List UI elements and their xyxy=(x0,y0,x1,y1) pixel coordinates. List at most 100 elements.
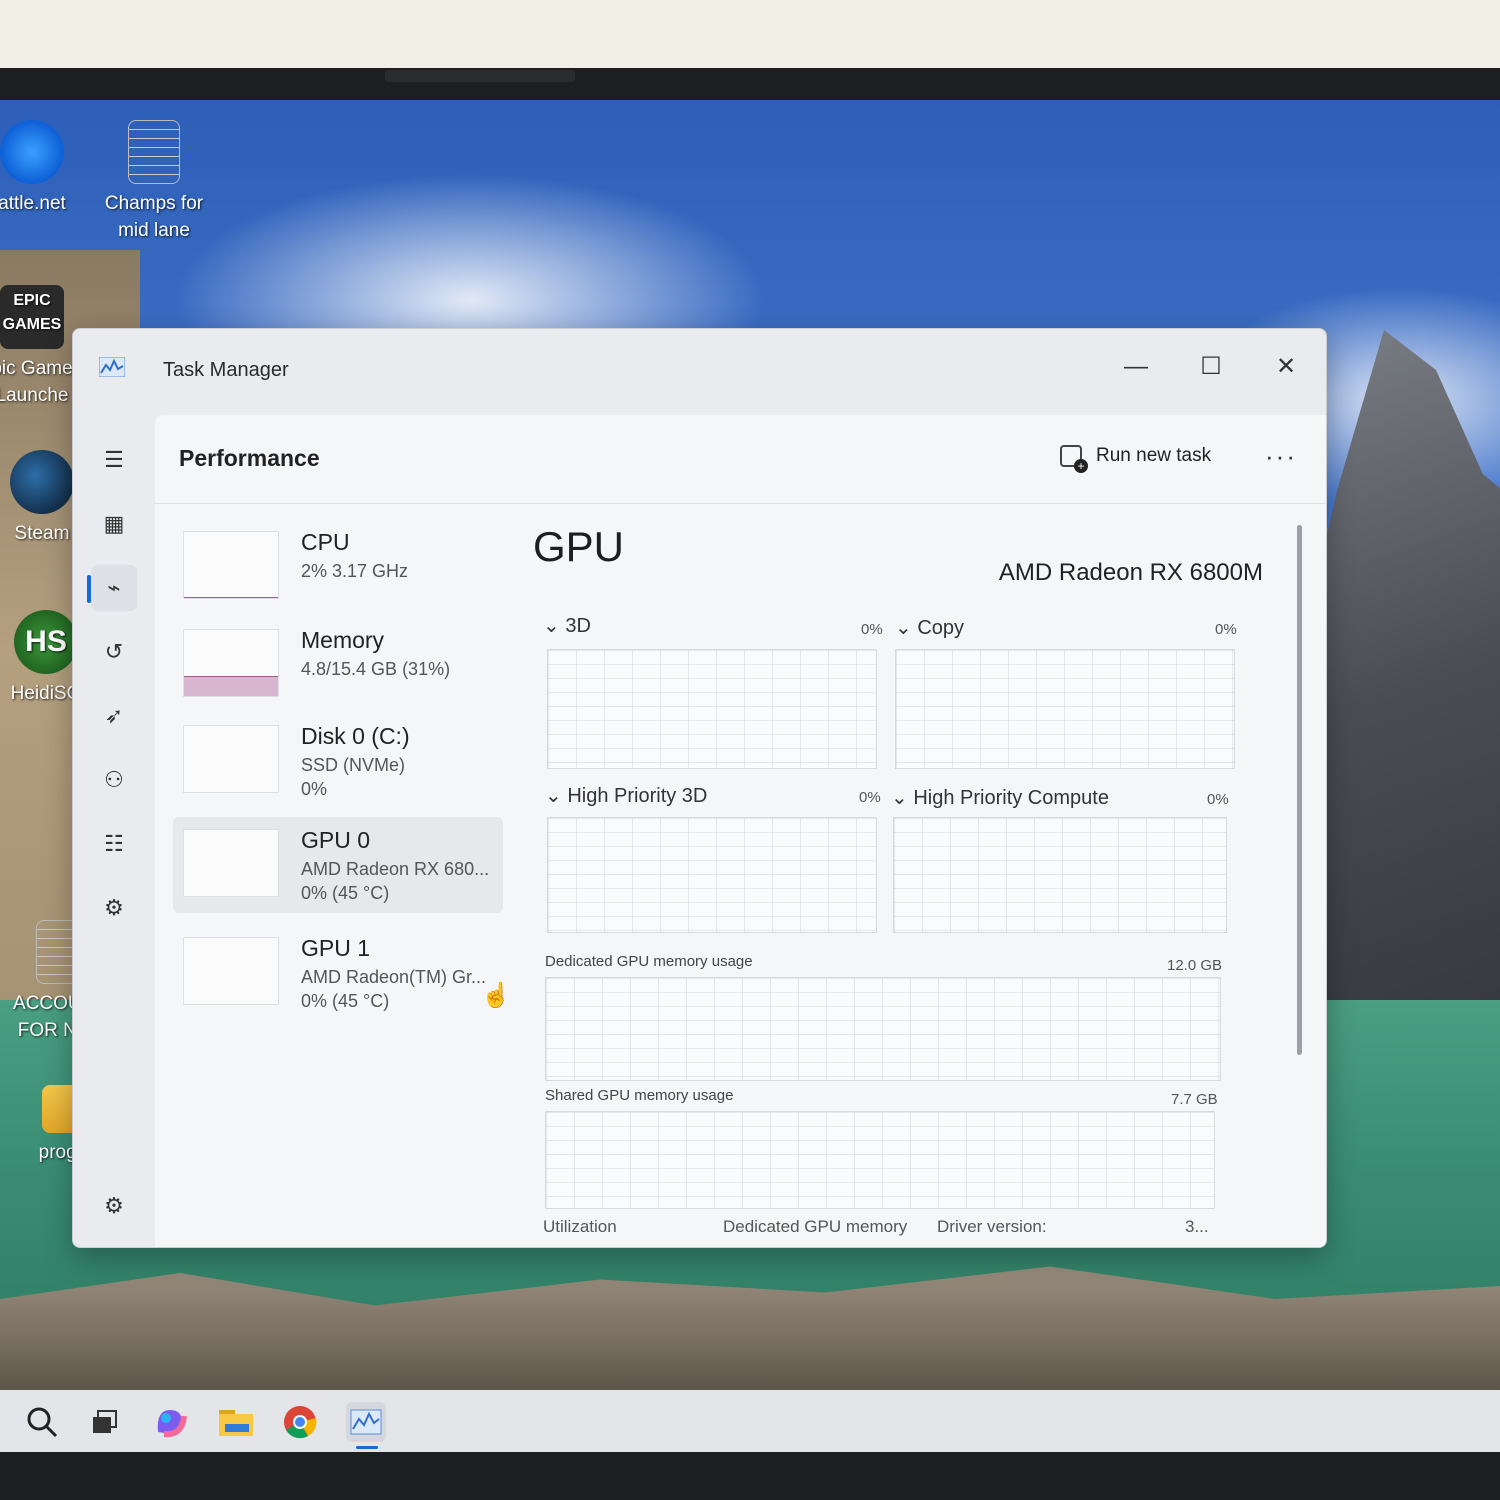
dedicated-gpu-memory-label: Dedicated GPU memory xyxy=(723,1217,908,1236)
desktop-icon-partial[interactable]: e xyxy=(0,1134,14,1161)
search-icon[interactable] xyxy=(22,1402,62,1442)
dedicated-memory-graph xyxy=(545,977,1221,1081)
header-divider xyxy=(155,503,1326,504)
device-detail: 2% 3.17 GHz xyxy=(301,561,409,581)
device-item-gpu1[interactable]: GPU 1 AMD Radeon(TM) Gr... 0% (45 °C) xyxy=(173,925,503,1021)
services-icon[interactable]: ⚙ xyxy=(91,885,137,931)
utilization-label: Utilization xyxy=(543,1217,617,1236)
driver-version-label: Driver version: xyxy=(937,1217,1047,1236)
device-detail: SSD (NVMe) xyxy=(301,755,406,775)
desktop-icon-label: attle.net xyxy=(0,193,66,214)
taskbar-active-indicator xyxy=(356,1446,378,1449)
document-icon xyxy=(128,120,180,184)
gpu-model-name: AMD Radeon RX 6800M xyxy=(998,559,1263,586)
device-item-cpu[interactable]: CPU 2% 3.17 GHz xyxy=(173,519,503,615)
title-bar[interactable]: Task Manager — ☐ ✕ xyxy=(73,329,1326,415)
close-button[interactable]: ✕ xyxy=(1263,347,1309,387)
desktop-icon-battlenet[interactable]: attle.net xyxy=(0,120,92,217)
device-name: Disk 0 (C:) xyxy=(301,723,410,749)
hand-cursor-icon: ☝ xyxy=(481,982,511,1009)
engine-label: 3D xyxy=(565,615,591,637)
chevron-down-icon: ⌄ xyxy=(543,615,566,637)
page-title: Performance xyxy=(179,445,320,471)
device-detail: AMD Radeon RX 680... xyxy=(301,859,490,879)
device-item-memory[interactable]: Memory 4.8/15.4 GB (31%) xyxy=(173,617,503,713)
engine-percent: 0% xyxy=(861,621,883,638)
engine-selector-high-priority-3d[interactable]: ⌄ High Priority 3D xyxy=(545,783,707,808)
navigation-rail: ☰ ▦ ⌁ ↺ ➶ ⚇ ☷ ⚙ ⚙ xyxy=(73,415,155,1247)
device-detail: AMD Radeon(TM) Gr... xyxy=(301,967,487,987)
cpu-usage-fill xyxy=(184,596,278,598)
run-task-icon xyxy=(1060,445,1088,473)
dedicated-memory-max: 12.0 GB xyxy=(1167,957,1223,974)
window-title: Task Manager xyxy=(163,359,289,381)
gpu-heading: GPU xyxy=(533,523,625,570)
panel-scrollbar[interactable] xyxy=(1297,525,1302,1055)
device-item-disk[interactable]: Disk 0 (C:) SSD (NVMe) 0% xyxy=(173,713,503,809)
device-name: GPU 0 xyxy=(301,827,371,853)
engine-selector-3d[interactable]: ⌄ 3D xyxy=(543,613,591,638)
battlenet-icon xyxy=(0,120,64,184)
copilot-icon[interactable] xyxy=(150,1402,190,1442)
webcam-notch xyxy=(385,70,575,82)
heidisql-icon: HS xyxy=(14,610,78,674)
device-name: CPU xyxy=(301,529,350,555)
steam-icon xyxy=(10,450,74,514)
task-view-icon[interactable] xyxy=(84,1402,124,1442)
engine-selector-high-priority-compute[interactable]: ⌄ High Priority Compute xyxy=(891,785,1109,810)
engine-label: High Priority 3D xyxy=(567,785,708,807)
disk-thumbnail-graph xyxy=(183,725,279,793)
desktop-icon-label: pic Game Launche xyxy=(0,358,73,406)
shared-memory-graph xyxy=(545,1111,1215,1209)
device-item-gpu0[interactable]: GPU 0 AMD Radeon RX 680... 0% (45 °C) xyxy=(173,817,503,913)
device-usage: 0% (45 °C) xyxy=(301,883,390,903)
engine-percent: 0% xyxy=(1207,791,1229,808)
maximize-button[interactable]: ☐ xyxy=(1188,347,1234,387)
driver-version-value: 3... xyxy=(1185,1217,1209,1236)
run-new-task-label: Run new task xyxy=(1096,445,1212,467)
task-manager-taskbar-icon[interactable] xyxy=(346,1402,386,1442)
desktop-icon-label: Steam xyxy=(14,523,70,544)
desktop-icon-label: Champs for mid lane xyxy=(104,193,204,241)
hamburger-menu-icon[interactable]: ☰ xyxy=(91,437,137,483)
file-explorer-icon[interactable] xyxy=(216,1402,256,1442)
device-usage: 0% xyxy=(301,779,328,799)
shared-memory-max: 7.7 GB xyxy=(1171,1091,1218,1108)
engine-label: High Priority Compute xyxy=(913,787,1109,809)
app-history-icon[interactable]: ↺ xyxy=(91,629,137,675)
more-options-button[interactable]: ··· xyxy=(1265,441,1297,472)
minimize-button[interactable]: — xyxy=(1113,347,1159,387)
details-icon[interactable]: ☷ xyxy=(91,821,137,867)
active-nav-indicator xyxy=(87,575,91,603)
taskbar xyxy=(0,1390,1500,1452)
settings-gear-icon[interactable]: ⚙ xyxy=(91,1183,137,1229)
performance-page: Performance Run new task ··· CPU 2% 3.17… xyxy=(155,415,1326,1247)
chrome-icon[interactable] xyxy=(280,1402,320,1442)
gpu1-thumbnail-graph xyxy=(183,937,279,1005)
epic-games-icon: EPIC GAMES xyxy=(0,285,64,349)
engine-graph-high-priority-3d xyxy=(547,817,877,933)
engine-selector-copy[interactable]: ⌄ Copy xyxy=(895,615,964,640)
chevron-down-icon: ⌄ xyxy=(545,785,568,807)
users-icon[interactable]: ⚇ xyxy=(91,757,137,803)
device-usage: 0% (45 °C) xyxy=(301,991,390,1011)
processes-icon[interactable]: ▦ xyxy=(91,501,137,547)
device-name: GPU 1 xyxy=(301,935,371,961)
engine-percent: 0% xyxy=(1215,621,1237,638)
performance-icon[interactable]: ⌁ xyxy=(91,565,137,611)
desktop-icon-champs[interactable]: Champs for mid lane xyxy=(94,120,214,244)
task-manager-window: Task Manager — ☐ ✕ ☰ ▦ ⌁ ↺ ➶ ⚇ ☷ ⚙ ⚙ Per… xyxy=(72,328,1327,1248)
engine-graph-copy xyxy=(895,649,1235,769)
run-new-task-button[interactable]: Run new task xyxy=(1060,445,1212,473)
engine-percent: 0% xyxy=(859,789,881,806)
startup-apps-icon[interactable]: ➶ xyxy=(91,693,137,739)
desktop-icon-label: HeidiSQ xyxy=(10,683,82,704)
gpu0-thumbnail-graph xyxy=(183,829,279,897)
gpu-detail-panel: GPU AMD Radeon RX 6800M ⌄ 3D 0% ⌄ Copy 0… xyxy=(533,515,1303,1236)
chevron-down-icon: ⌄ xyxy=(891,787,914,809)
engine-label: Copy xyxy=(917,617,965,639)
memory-usage-fill xyxy=(184,675,278,696)
task-manager-logo-icon xyxy=(99,357,125,377)
shared-memory-label: Shared GPU memory usage xyxy=(545,1087,734,1104)
engine-graph-3d xyxy=(547,649,877,769)
